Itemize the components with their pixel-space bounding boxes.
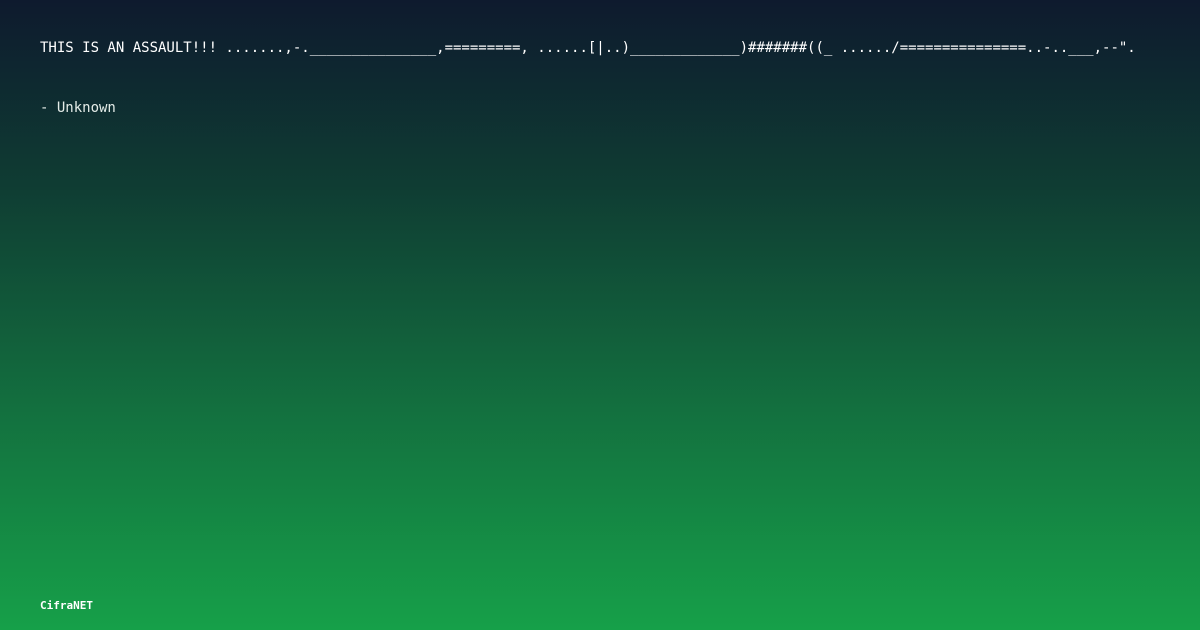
quote-author: - Unknown	[40, 100, 116, 116]
quote-text: THIS IS AN ASSAULT!!! .......,-.________…	[40, 40, 1136, 56]
brand-name: CifraNET	[40, 599, 93, 612]
